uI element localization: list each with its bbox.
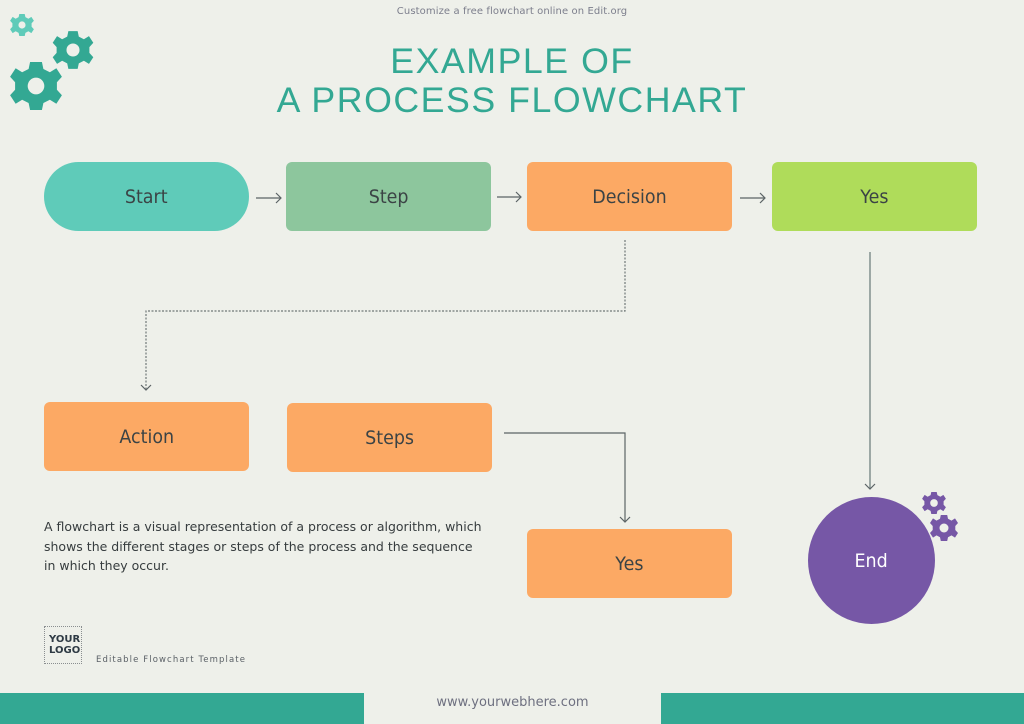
node-step-label: Step bbox=[368, 185, 409, 208]
node-yes-top[interactable]: Yes bbox=[772, 162, 977, 231]
node-yes-bottom[interactable]: Yes bbox=[527, 529, 732, 598]
node-yes-bottom-label: Yes bbox=[615, 552, 644, 575]
flowchart-description: A flowchart is a visual representation o… bbox=[44, 519, 482, 573]
node-start-label: Start bbox=[125, 185, 168, 208]
gear-icon bbox=[10, 13, 34, 37]
gear-icon bbox=[930, 515, 958, 541]
customize-banner[interactable]: Customize a free flowchart online on Edi… bbox=[0, 6, 1024, 17]
node-decision[interactable]: Decision bbox=[527, 162, 732, 231]
logo-line-1: YOUR bbox=[49, 634, 81, 645]
arrow-start-to-step bbox=[256, 192, 282, 204]
arrow-yes-to-end bbox=[864, 252, 876, 490]
node-yes-top-label: Yes bbox=[860, 185, 889, 208]
node-step[interactable]: Step bbox=[286, 162, 491, 231]
title-line-1: EXAMPLE OF bbox=[390, 42, 634, 81]
node-decision-label: Decision bbox=[592, 185, 667, 208]
node-start[interactable]: Start bbox=[44, 162, 249, 231]
node-action-label: Action bbox=[119, 425, 174, 448]
arrow-decision-to-action bbox=[140, 240, 626, 391]
gears-decoration-end bbox=[922, 491, 958, 541]
node-steps-label: Steps bbox=[365, 426, 414, 449]
footer-bar-right bbox=[661, 693, 1024, 724]
title-line-2: A PROCESS FLOWCHART bbox=[276, 81, 748, 120]
arrow-step-to-decision bbox=[497, 191, 522, 203]
logo-placeholder[interactable]: YOUR LOGO bbox=[44, 626, 82, 664]
gear-icon bbox=[922, 491, 946, 515]
footer-bar-left bbox=[0, 693, 364, 724]
node-steps[interactable]: Steps bbox=[287, 403, 492, 472]
arrow-steps-to-yes bbox=[504, 432, 631, 523]
template-tagline: Editable Flowchart Template bbox=[96, 655, 247, 665]
logo-line-2: LOGO bbox=[49, 645, 81, 656]
footer-website-link[interactable]: www.yourwebhere.com bbox=[364, 695, 661, 710]
page-title: EXAMPLE OF A PROCESS FLOWCHART bbox=[0, 42, 1024, 120]
node-action[interactable]: Action bbox=[44, 402, 249, 471]
node-end-label: End bbox=[854, 549, 889, 572]
arrow-decision-to-yes bbox=[740, 192, 766, 204]
